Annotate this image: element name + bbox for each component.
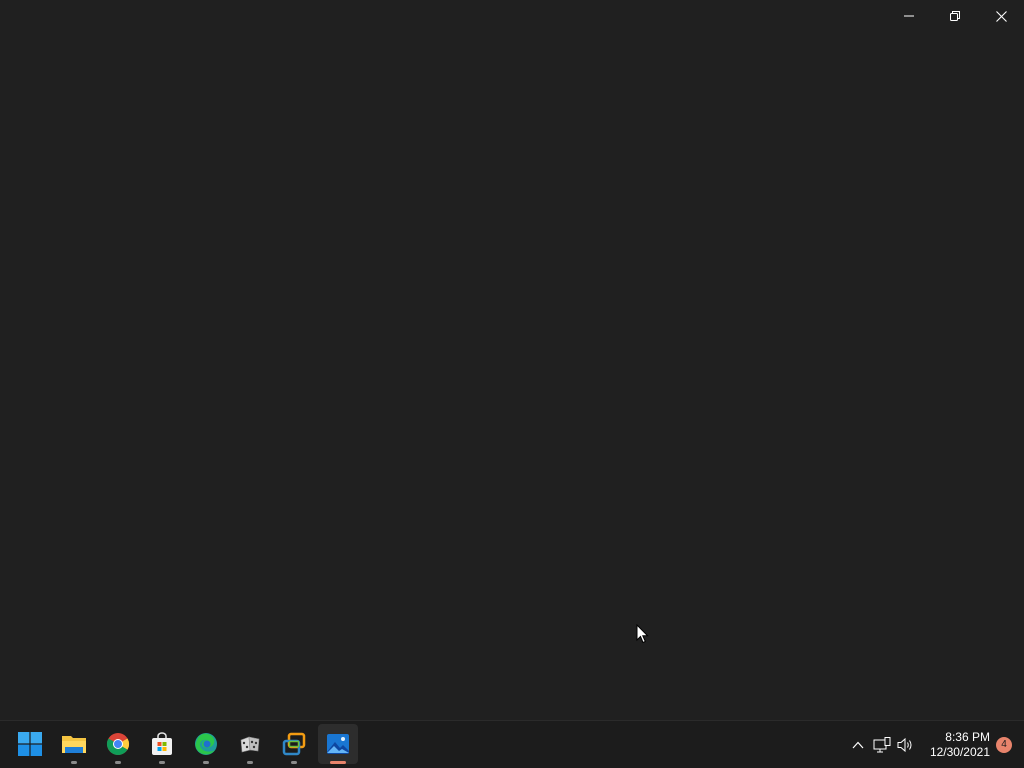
restore-icon xyxy=(950,11,960,21)
network-icon xyxy=(873,736,891,752)
image-canvas[interactable] xyxy=(0,32,1024,720)
folder-icon xyxy=(62,736,86,753)
show-hidden-icons-button[interactable] xyxy=(846,729,870,761)
network-button[interactable] xyxy=(870,729,894,761)
running-indicator xyxy=(291,761,297,764)
photos-window xyxy=(0,0,1024,720)
running-indicator xyxy=(247,761,253,764)
running-indicator xyxy=(159,761,165,764)
clock-date: 12/30/2021 xyxy=(929,744,990,759)
active-indicator xyxy=(330,761,346,764)
volume-button[interactable] xyxy=(894,729,918,761)
minimize-icon xyxy=(904,15,914,17)
chevron-up-icon xyxy=(852,741,864,748)
photos-icon xyxy=(327,734,349,754)
running-indicator xyxy=(71,761,77,764)
store-bag-icon xyxy=(152,732,172,755)
edge-icon xyxy=(195,733,217,755)
system-tray: 8:36 PM 12/30/2021 4 xyxy=(846,721,1024,768)
taskbar: 8:36 PM 12/30/2021 4 xyxy=(0,720,1024,768)
vmware-icon xyxy=(282,732,306,756)
chrome-icon xyxy=(107,733,129,755)
taskbar-clock[interactable]: 8:36 PM 12/30/2021 xyxy=(930,730,990,760)
running-indicator xyxy=(115,761,121,764)
vmware-button[interactable] xyxy=(274,724,314,764)
restore-button[interactable] xyxy=(932,0,978,32)
edge-button[interactable] xyxy=(186,724,226,764)
file-explorer-button[interactable] xyxy=(54,724,94,764)
close-icon xyxy=(995,10,1007,22)
volume-icon xyxy=(897,737,912,752)
photos-button[interactable] xyxy=(318,724,358,764)
close-button[interactable] xyxy=(978,0,1024,32)
dice-app-button[interactable] xyxy=(230,724,270,764)
chrome-button[interactable] xyxy=(98,724,138,764)
mouse-cursor-icon xyxy=(636,624,649,644)
microsoft-store-button[interactable] xyxy=(142,724,182,764)
notification-badge[interactable]: 4 xyxy=(996,736,1012,753)
taskbar-apps xyxy=(10,724,358,764)
windows-start-icon xyxy=(18,732,42,756)
running-indicator xyxy=(203,761,209,764)
dice-icon xyxy=(240,736,260,753)
caption-buttons xyxy=(886,0,1024,32)
start-button[interactable] xyxy=(10,724,50,764)
clock-time: 8:36 PM xyxy=(945,729,990,744)
minimize-button[interactable] xyxy=(886,0,932,32)
